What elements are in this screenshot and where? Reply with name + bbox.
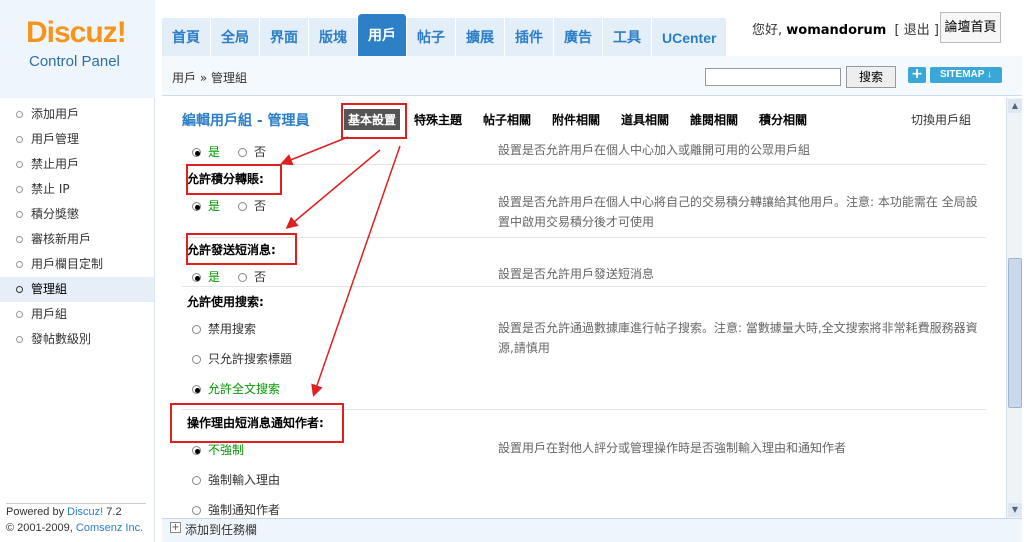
radio-icon [192, 148, 201, 157]
company-link[interactable]: Comsenz Inc. [76, 522, 143, 534]
sidebar-item-ban-user[interactable]: 禁止用戶 [0, 152, 154, 177]
copyright: © 2001-2009, [6, 522, 73, 534]
send-pm-yes-radio[interactable]: 是 [192, 268, 220, 285]
radio-icon [192, 385, 201, 394]
search-disabled-radio[interactable]: 禁用搜索 [192, 320, 256, 337]
radio-icon [238, 273, 247, 282]
product-link[interactable]: Discuz! [67, 506, 103, 518]
row-description: 設置是否允許通過數據庫進行帖子搜索。注意: 當數據量大時,全文搜索將非常耗費服務… [498, 321, 978, 355]
sidebar-item-profile-fields[interactable]: 用戶欄目定制 [0, 252, 154, 277]
search-permission-label: 允許使用搜索: [187, 295, 264, 309]
sidebar-item-ban-ip[interactable]: 禁止 IP [0, 177, 154, 202]
public-group-yes-radio[interactable]: 是 [192, 143, 220, 160]
scroll-down-icon[interactable]: ▼ [1008, 503, 1022, 517]
credit-transfer-yes-radio[interactable]: 是 [192, 197, 220, 214]
main-scrollbar[interactable]: ▲ ▼ [1006, 98, 1022, 518]
forum-home-button[interactable]: 論壇首頁 [940, 12, 1001, 43]
radio-icon [192, 202, 201, 211]
greeting: 您好, [752, 23, 783, 38]
search-title-only-radio[interactable]: 只允許搜索標題 [192, 350, 292, 367]
add-to-taskbar-link[interactable]: 添加到任務欄 [185, 521, 257, 538]
user-info: 您好, womandorum [ 退出 ] [752, 19, 939, 38]
breadcrumb: 用戶 » 管理組 [172, 71, 247, 85]
add-shortcut-button[interactable]: + [908, 67, 926, 83]
search-fulltext-radio[interactable]: 允許全文搜索 [192, 380, 280, 397]
sitemap-button[interactable]: SITEMAP ↓ [930, 67, 1002, 83]
nav-tab-plugins[interactable]: 插件 [505, 18, 554, 56]
row-divider [182, 286, 986, 287]
logo-subtitle: Control Panel [29, 53, 120, 70]
logo-brand: Discuz! [26, 16, 127, 49]
highlight-box-credit-transfer [186, 164, 282, 195]
taskbar: + 添加到任務欄 [162, 518, 1022, 542]
radio-icon [238, 202, 247, 211]
powered-by: Powered by Discuz! 7.2 © 2001-2009, Coms… [6, 503, 146, 536]
nav-tab-tools[interactable]: 工具 [603, 18, 652, 56]
radio-icon [192, 476, 201, 485]
username: womandorum [786, 23, 887, 38]
add-task-icon[interactable]: + [170, 522, 181, 533]
sidebar-item-user-manage[interactable]: 用戶管理 [0, 127, 154, 152]
scroll-up-icon[interactable]: ▲ [1008, 99, 1022, 113]
version: 7.2 [106, 506, 122, 518]
header: Discuz! Control Panel 首頁 全局 界面 版塊 用戶 帖子 … [0, 0, 1024, 98]
switch-group-dropdown[interactable]: 切換用戶組 [911, 111, 971, 128]
nav-tab-extend[interactable]: 擴展 [456, 18, 505, 56]
page-title: 編輯用戶組 - 管理員 [182, 113, 310, 129]
nav-tab-users[interactable]: 用戶 [358, 14, 407, 56]
row-description: 設置用戶在對他人評分或管理操作時是否強制輸入理由和通知作者 [498, 441, 847, 455]
row-divider [182, 237, 986, 238]
row-description: 設置是否允許用戶在個人中心將自己的交易積分轉讓給其他用戶。注意: 本功能需在 全… [498, 195, 978, 229]
sidebar-item-credits[interactable]: 積分獎懲 [0, 202, 154, 227]
reason-force-notify-radio[interactable]: 強制通知作者 [192, 501, 280, 518]
nav-tab-global[interactable]: 全局 [211, 18, 260, 56]
subtab-special-threads[interactable]: 特殊主題 [414, 111, 462, 128]
highlight-box-reason-notify [170, 403, 344, 443]
subtab-credits[interactable]: 積分相關 [759, 111, 807, 128]
highlight-box-basic-tab [341, 103, 407, 139]
reason-not-forced-radio[interactable]: 不強制 [192, 441, 244, 458]
nav-tab-forums[interactable]: 版塊 [309, 18, 358, 56]
search-button[interactable]: 搜索 [846, 66, 896, 88]
subtab-readers[interactable]: 誰閱相關 [690, 111, 738, 128]
search-input[interactable] [705, 68, 841, 86]
radio-icon [192, 355, 201, 364]
nav-tab-interface[interactable]: 界面 [260, 18, 309, 56]
credit-transfer-no-radio[interactable]: 否 [238, 197, 266, 214]
nav-tab-home[interactable]: 首頁 [162, 18, 211, 56]
logo[interactable]: Discuz! Control Panel [0, 0, 155, 98]
subtab-attachments[interactable]: 附件相關 [552, 111, 600, 128]
row-description: 設置是否允許用戶發送短消息 [498, 267, 655, 281]
row-divider [182, 164, 986, 165]
sidebar-item-post-ranks[interactable]: 發帖數級別 [0, 327, 154, 352]
highlight-box-send-pm [186, 233, 297, 265]
nav-tab-posts[interactable]: 帖子 [407, 18, 456, 56]
logout-link[interactable]: [ 退出 ] [895, 23, 939, 38]
send-pm-no-radio[interactable]: 否 [238, 268, 266, 285]
scroll-thumb[interactable] [1008, 258, 1022, 408]
subtab-magic[interactable]: 道具相關 [621, 111, 669, 128]
nav-tab-ads[interactable]: 廣告 [554, 18, 603, 56]
main-content: 編輯用戶組 - 管理員 基本設置 特殊主題 帖子相關 附件相關 道具相關 誰閱相… [162, 98, 1006, 518]
sidebar-item-moderate-users[interactable]: 審核新用戶 [0, 227, 154, 252]
radio-icon [192, 506, 201, 515]
top-nav: 首頁 全局 界面 版塊 用戶 帖子 擴展 插件 廣告 工具 UCenter [162, 14, 728, 56]
sidebar-item-add-user[interactable]: 添加用戶 [0, 102, 154, 127]
subtab-posts[interactable]: 帖子相關 [483, 111, 531, 128]
radio-icon [192, 273, 201, 282]
powered-label: Powered by [6, 506, 65, 518]
radio-icon [192, 446, 201, 455]
radio-icon [192, 325, 201, 334]
breadcrumb-bar: 用戶 » 管理組 搜索 + SITEMAP ↓ [162, 56, 1022, 96]
row-description: 設置是否允許用戶在個人中心加入或離開可用的公眾用戶組 [498, 143, 811, 157]
public-group-no-radio[interactable]: 否 [238, 143, 266, 160]
nav-tab-ucenter[interactable]: UCenter [652, 18, 728, 56]
sidebar: 添加用戶 用戶管理 禁止用戶 禁止 IP 積分獎懲 審核新用戶 用戶欄目定制 管… [0, 98, 155, 542]
radio-icon [238, 148, 247, 157]
sidebar-item-admin-groups[interactable]: 管理組 [0, 277, 154, 302]
reason-force-input-radio[interactable]: 強制輸入理由 [192, 471, 280, 488]
sidebar-item-user-groups[interactable]: 用戶組 [0, 302, 154, 327]
